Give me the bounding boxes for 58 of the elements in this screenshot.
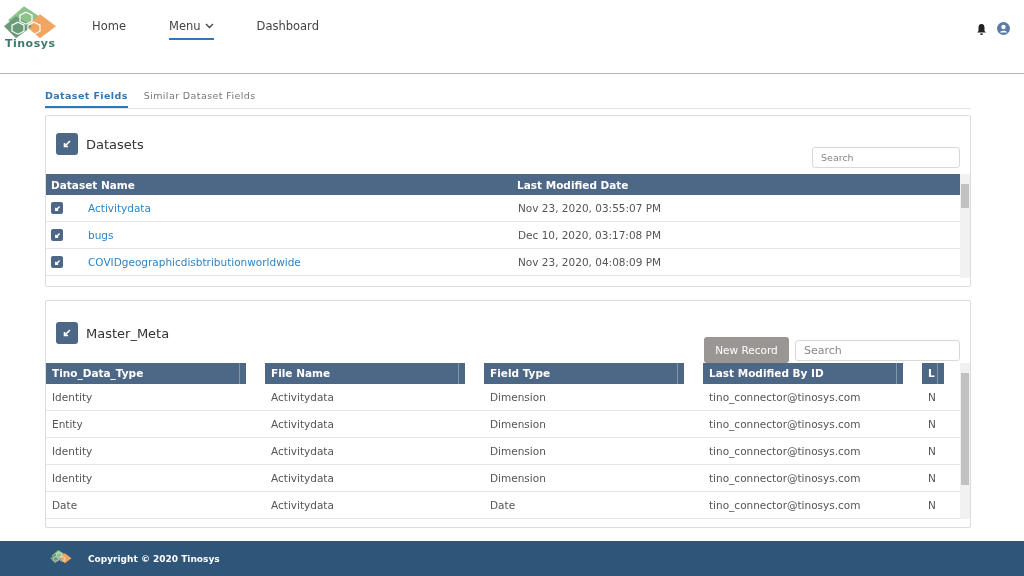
search-field[interactable]: Search xyxy=(812,147,960,168)
nav-link[interactable]: Dashboard xyxy=(256,19,319,40)
expand-arrow-icon xyxy=(62,139,72,149)
table-cell-text: N xyxy=(927,390,937,405)
dataset-icon[interactable] xyxy=(51,256,63,268)
chevron-down-icon xyxy=(204,23,214,29)
table-cell-text: Activitydata xyxy=(270,498,335,513)
user-avatar-icon[interactable] xyxy=(997,22,1010,35)
card-title: Datasets xyxy=(86,136,144,152)
table-cell-text: Dimension xyxy=(489,471,547,486)
table-cell-text: N xyxy=(927,444,937,459)
tab[interactable]: Dataset Fields xyxy=(45,88,128,108)
table-cell-text: N xyxy=(927,471,937,486)
table-cell-text: Date xyxy=(489,498,517,513)
table-cell-text: Dimension xyxy=(489,417,547,432)
logo-text: Tinosys xyxy=(5,37,56,50)
dataset-icon[interactable] xyxy=(51,229,63,241)
nav-link[interactable]: Home xyxy=(92,19,126,40)
table-cell-text: Activitydata xyxy=(270,417,335,432)
table-cell-text: tino_connector@tinosys.com xyxy=(708,390,862,405)
table-cell-text: Activitydata xyxy=(270,390,335,405)
bell-icon[interactable] xyxy=(976,22,987,35)
card-title: Master_Meta xyxy=(86,325,170,341)
table-cell-text: N xyxy=(927,498,937,513)
scrollbar[interactable] xyxy=(960,174,970,278)
table-cell-text: Nov 23, 2020, 04:08:09 PM xyxy=(517,256,663,268)
copyright-text: Copyright © 2020 Tinosys xyxy=(88,553,220,564)
dataset-link[interactable]: bugs xyxy=(82,229,512,241)
table-cell-text: tino_connector@tinosys.com xyxy=(708,417,862,432)
table-cell-text: Activitydata xyxy=(270,471,335,486)
search-field[interactable]: Search xyxy=(795,339,960,361)
table-cell-text: Identity xyxy=(51,471,94,486)
table-cell-text: Dec 10, 2020, 03:17:08 PM xyxy=(517,229,662,241)
dataset-icon[interactable] xyxy=(51,202,63,214)
table-cell-text: N xyxy=(927,417,937,432)
column-header[interactable]: Field Type xyxy=(484,363,684,384)
table-cell-text: Identity xyxy=(51,390,94,405)
table-cell-text: Dimension xyxy=(489,444,547,459)
table-cell-text: tino_connector@tinosys.com xyxy=(708,444,862,459)
table-cell-text: tino_connector@tinosys.com xyxy=(708,498,862,513)
scrollbar[interactable] xyxy=(960,363,970,519)
table-header: Dataset Name Last Modified Date xyxy=(46,174,960,195)
column-header[interactable]: File Name xyxy=(265,363,465,384)
table-cell-text: Activitydata xyxy=(270,444,335,459)
dataset-link[interactable]: COVIDgeographicdisbtributionworldwide xyxy=(82,256,512,268)
table-cell-text: Nov 23, 2020, 03:55:07 PM xyxy=(517,202,663,214)
table-cell-text: tino_connector@tinosys.com xyxy=(708,471,862,486)
nav-link[interactable]: Menu xyxy=(168,19,214,40)
table-cell-text: Dimension xyxy=(489,390,547,405)
dataset-link[interactable]: Activitydata xyxy=(82,202,512,214)
column-header[interactable]: Last Modified By ID xyxy=(703,363,903,384)
column-header[interactable]: Tino_Data_Type xyxy=(46,363,246,384)
tab[interactable]: Similar Dataset Fields xyxy=(143,88,256,108)
table-cell-text: Identity xyxy=(51,444,94,459)
table-cell-text: Date xyxy=(51,498,79,513)
column-header[interactable]: L xyxy=(922,363,944,384)
table-cell-text: Entity xyxy=(51,417,84,432)
expand-arrow-icon xyxy=(62,328,72,338)
